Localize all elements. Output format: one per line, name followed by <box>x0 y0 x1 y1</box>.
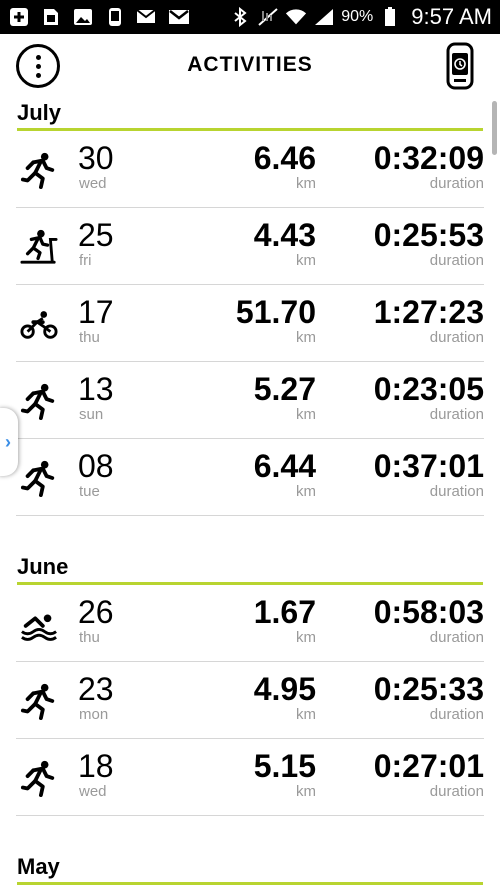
activity-duration: 1:27:23 <box>373 294 484 330</box>
running-icon <box>20 151 58 189</box>
month-header: May <box>0 850 500 885</box>
activity-row[interactable]: 18 wed 5.15 km 0:27:01 duration <box>16 739 484 816</box>
running-icon <box>20 459 58 497</box>
running-icon <box>20 759 58 797</box>
month-section: May <box>0 850 500 885</box>
add-icon <box>8 7 30 27</box>
cycling-icon <box>20 305 58 343</box>
activity-distance: 5.15 <box>253 748 316 784</box>
activity-weekday: wed <box>79 783 107 800</box>
distance-unit: km <box>296 406 316 423</box>
wifi-icon <box>285 7 307 27</box>
activity-list[interactable]: July 30 wed 6.46 km 0:32:09 duration 25 fri 4.43 k… <box>0 96 500 889</box>
activity-day: 18 <box>78 748 114 784</box>
activity-duration: 0:23:05 <box>373 371 484 407</box>
sim-icon <box>40 7 62 27</box>
activity-row[interactable]: 17 thu 51.70 km 1:27:23 duration <box>16 285 484 362</box>
activity-weekday: sun <box>79 406 104 423</box>
watch-icon <box>104 7 126 27</box>
image-icon <box>72 7 94 27</box>
email-icon <box>136 7 158 27</box>
activity-row[interactable]: 25 fri 4.43 km 0:25:53 duration <box>16 208 484 285</box>
chevron-right-icon: › <box>5 431 11 452</box>
app-header: ACTIVITIES <box>0 34 500 96</box>
data-off-icon <box>257 7 279 27</box>
month-section: July 30 wed 6.46 km 0:32:09 duration 25 fri 4.43 k… <box>0 96 500 550</box>
month-header: July <box>0 96 500 131</box>
activity-distance: 5.27 <box>253 371 316 407</box>
activity-day: 25 <box>78 217 114 253</box>
drawer-handle[interactable]: › <box>0 408 18 476</box>
activity-row[interactable]: 26 thu 1.67 km 0:58:03 duration <box>16 585 484 662</box>
activity-row[interactable]: 13 sun 5.27 km 0:23:05 duration <box>16 362 484 439</box>
activity-duration: 0:25:33 <box>373 671 484 707</box>
activity-weekday: thu <box>79 329 100 346</box>
duration-label: duration <box>429 483 484 500</box>
month-label: June <box>17 554 69 579</box>
treadmill-icon <box>20 228 58 266</box>
activity-weekday: thu <box>79 629 100 646</box>
activity-duration: 0:58:03 <box>373 594 484 630</box>
activity-weekday: fri <box>79 252 92 269</box>
activity-day: 30 <box>78 140 114 176</box>
activity-distance: 6.46 <box>253 140 316 176</box>
distance-unit: km <box>296 706 316 723</box>
duration-label: duration <box>429 329 484 346</box>
activity-day: 17 <box>78 294 114 330</box>
activity-row[interactable]: 08 tue 6.44 km 0:37:01 duration <box>16 439 484 516</box>
activity-distance: 6.44 <box>253 448 316 484</box>
activity-day: 13 <box>78 371 114 407</box>
running-icon <box>20 682 58 720</box>
month-label: July <box>17 100 62 125</box>
watch-icon[interactable] <box>440 42 480 90</box>
activity-day: 26 <box>78 594 114 630</box>
duration-label: duration <box>429 252 484 269</box>
distance-unit: km <box>296 175 316 192</box>
distance-unit: km <box>296 483 316 500</box>
signal-icon <box>313 7 335 27</box>
distance-unit: km <box>296 783 316 800</box>
activity-duration: 0:27:01 <box>373 748 484 784</box>
month-header: June <box>0 550 500 585</box>
activity-duration: 0:25:53 <box>373 217 484 253</box>
gmail-icon <box>168 7 190 27</box>
month-section: June 26 thu 1.67 km 0:58:03 duration 23 mon 4.95 k… <box>0 550 500 850</box>
activity-row[interactable]: 30 wed 6.46 km 0:32:09 duration <box>16 131 484 208</box>
activity-distance: 4.43 <box>253 217 316 253</box>
duration-label: duration <box>429 629 484 646</box>
distance-unit: km <box>296 252 316 269</box>
activity-row[interactable]: 23 mon 4.95 km 0:25:33 duration <box>16 662 484 739</box>
duration-label: duration <box>429 175 484 192</box>
duration-label: duration <box>429 783 484 800</box>
distance-unit: km <box>296 329 316 346</box>
activity-distance: 1.67 <box>253 594 316 630</box>
activity-day: 08 <box>78 448 114 484</box>
battery-level: 90% <box>341 8 374 25</box>
activity-duration: 0:32:09 <box>373 140 484 176</box>
month-label: May <box>17 854 60 879</box>
activity-distance: 4.95 <box>253 671 316 707</box>
distance-unit: km <box>296 629 316 646</box>
scrollbar[interactable] <box>492 101 497 155</box>
activity-weekday: wed <box>79 175 107 192</box>
activity-duration: 0:37:01 <box>373 448 484 484</box>
running-icon <box>20 382 58 420</box>
bluetooth-icon <box>229 7 251 27</box>
activity-day: 23 <box>78 671 114 707</box>
battery-icon <box>379 7 401 27</box>
activity-weekday: mon <box>79 706 109 723</box>
month-divider <box>17 882 483 885</box>
activity-distance: 51.70 <box>235 294 316 330</box>
activity-weekday: tue <box>79 483 100 500</box>
status-bar: 90% 9:57 AM <box>0 0 500 34</box>
more-vert-icon[interactable] <box>16 44 60 88</box>
clock: 9:57 AM <box>411 4 492 29</box>
duration-label: duration <box>429 406 484 423</box>
duration-label: duration <box>429 706 484 723</box>
swimming-icon <box>20 605 58 643</box>
page-title: ACTIVITIES <box>187 53 313 76</box>
